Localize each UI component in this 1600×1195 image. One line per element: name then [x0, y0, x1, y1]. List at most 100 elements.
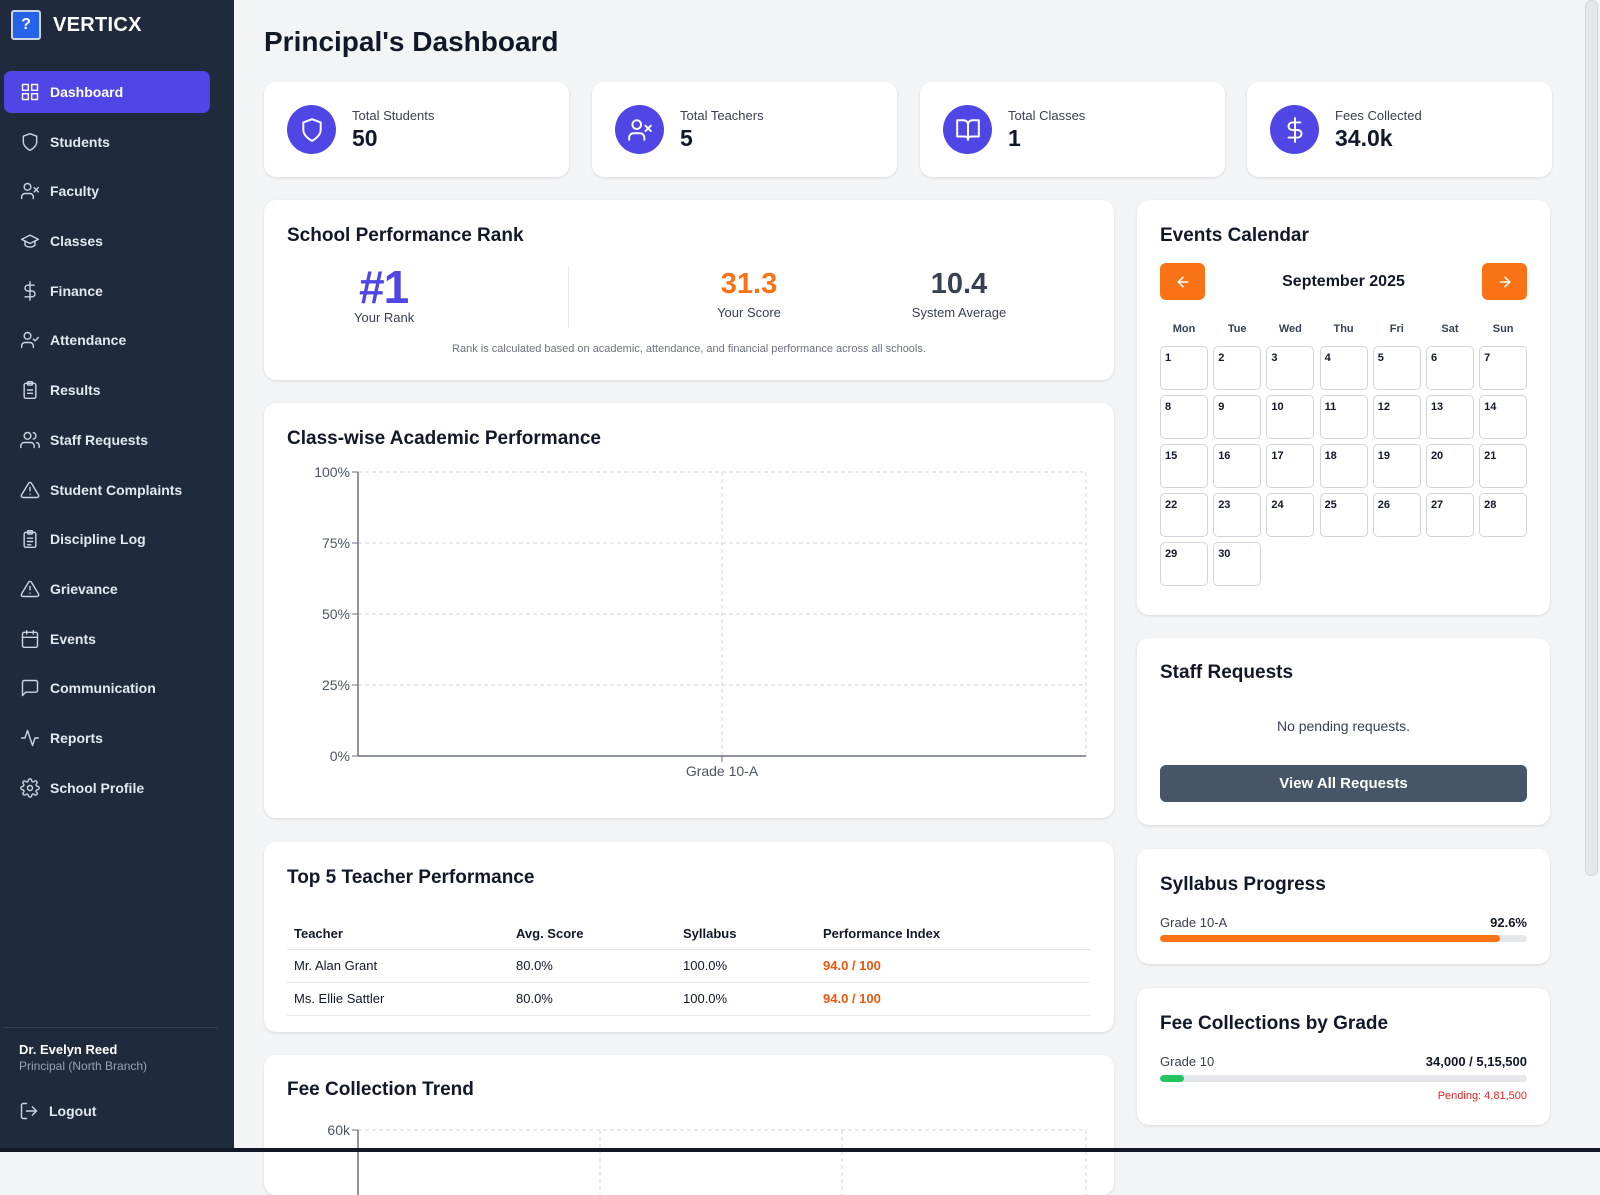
table-row[interactable]: Ms. Ellie Sattler 80.0% 100.0% 94.0 / 100 — [287, 982, 1090, 1016]
sidebar-item-staff-requests[interactable]: Staff Requests — [4, 419, 210, 461]
staff-requests-card: Staff Requests No pending requests. View… — [1137, 638, 1550, 825]
weekday-label: Thu — [1333, 323, 1354, 335]
sidebar-item-events[interactable]: Events — [4, 618, 210, 660]
table-row[interactable]: Mr. Alan Grant 80.0% 100.0% 94.0 / 100 — [287, 949, 1090, 983]
table-body: Mr. Alan Grant 80.0% 100.0% 94.0 / 100 Ms. E… — [287, 949, 1090, 1016]
stat-label: Total Teachers — [680, 107, 764, 123]
sidebar-item-label: Grievance — [50, 580, 118, 597]
sidebar-item-dashboard[interactable]: Dashboard — [4, 71, 210, 113]
brand[interactable]: ? VERTICX — [11, 10, 142, 40]
calendar-day[interactable]: 26 — [1372, 493, 1421, 537]
clipboard-icon — [23, 381, 37, 400]
score-label: Your Score — [717, 305, 781, 320]
calendar-day[interactable]: 24 — [1266, 493, 1315, 537]
calendar-day[interactable]: 6 — [1425, 346, 1474, 390]
scrollbar[interactable] — [1585, 0, 1598, 876]
stat-icon — [287, 105, 336, 154]
stat-card-fees-collected: Fees Collected 34.0k — [1247, 82, 1552, 177]
calendar-day[interactable]: 11 — [1319, 395, 1368, 439]
stat-card-total-classes: Total Classes 1 — [920, 82, 1225, 177]
sidebar-item-faculty[interactable]: Faculty — [4, 170, 210, 212]
sidebar-item-label: School Profile — [50, 779, 145, 796]
average-value: 10.4 — [930, 268, 988, 300]
stat-value: 1 — [1008, 124, 1021, 151]
calendar-day[interactable]: 10 — [1266, 395, 1315, 439]
fee-by-grade-card: Fee Collections by Grade Grade 10 34,000… — [1137, 988, 1550, 1125]
table-cell: 80.0% — [509, 982, 676, 1016]
sidebar-item-student-complaints[interactable]: Student Complaints — [4, 469, 210, 511]
calendar-day[interactable]: 21 — [1479, 444, 1528, 488]
calendar-day[interactable]: 23 — [1213, 493, 1262, 537]
calendar-day[interactable]: 25 — [1319, 493, 1368, 537]
teacher-name: Mr. Alan Grant — [287, 949, 509, 983]
sidebar-item-finance[interactable]: Finance — [4, 270, 210, 312]
calendar-day[interactable]: 16 — [1213, 444, 1262, 488]
average-label: System Average — [911, 305, 1007, 320]
logout-button[interactable]: Logout — [19, 1101, 96, 1121]
calendar-day[interactable]: 20 — [1425, 444, 1474, 488]
calendar-icon — [21, 629, 39, 648]
table-cell: 100.0% — [676, 982, 816, 1016]
alert-triangle-icon — [20, 481, 40, 498]
fee-grade-label: Grade 10 — [1160, 1054, 1215, 1069]
sidebar-item-reports[interactable]: Reports — [4, 717, 210, 759]
divider — [0, 1148, 1600, 1152]
calendar-day[interactable]: 17 — [1266, 444, 1315, 488]
stat-card-total-teachers: Total Teachers 5 — [592, 82, 897, 177]
sidebar-item-students[interactable]: Students — [4, 121, 210, 163]
settings-icon — [20, 777, 40, 798]
events-calendar-card: Events Calendar September 2025 Mon Tue Wed… — [1137, 200, 1550, 615]
sidebar-item-results[interactable]: Results — [4, 369, 210, 411]
calendar-day[interactable]: 8 — [1160, 395, 1208, 439]
syllabus-row: Grade 10-A 92.6% — [1160, 915, 1527, 930]
sidebar-item-label: Communication — [50, 680, 156, 697]
fee-grade-row: Grade 10 34,000 / 5,15,500 — [1160, 1054, 1527, 1069]
fee-trend-chart: 60k — [327, 1122, 1087, 1195]
stat-label: Total Students — [352, 107, 435, 123]
calendar-day[interactable]: 22 — [1160, 493, 1208, 537]
stat-card-total-students: Total Students 50 — [264, 82, 569, 177]
sidebar-item-school-profile[interactable]: School Profile — [4, 767, 210, 809]
graduation-cap-icon — [20, 234, 40, 248]
stat-text: Total Teachers 5 — [680, 108, 764, 152]
view-all-requests-button[interactable]: View All Requests — [1160, 765, 1527, 802]
calendar-day[interactable]: 13 — [1425, 395, 1474, 439]
sidebar-item-label: Classes — [50, 233, 103, 250]
fee-progress-bar — [1160, 1075, 1527, 1082]
calendar-day[interactable]: 9 — [1213, 395, 1262, 439]
calendar-day[interactable]: 27 — [1425, 493, 1474, 537]
calendar-day[interactable]: 2 — [1213, 346, 1262, 390]
calendar-day[interactable]: 1 — [1160, 346, 1208, 390]
shield-icon — [22, 132, 38, 151]
sidebar-item-discipline-log[interactable]: Discipline Log — [4, 518, 210, 560]
sidebar-item-label: Finance — [50, 282, 103, 299]
sidebar-item-classes[interactable]: Classes — [4, 220, 210, 262]
calendar-day[interactable]: 30 — [1213, 542, 1262, 586]
calendar-day[interactable]: 12 — [1372, 395, 1421, 439]
calendar-day[interactable]: 29 — [1160, 542, 1208, 586]
users-icon — [20, 431, 40, 449]
sidebar-item-communication[interactable]: Communication — [4, 667, 210, 709]
brand-name: VERTICX — [53, 13, 142, 36]
user-x-icon — [627, 118, 652, 141]
calendar-day[interactable]: 28 — [1479, 493, 1528, 537]
stat-icon — [943, 105, 992, 154]
next-month-button[interactable] — [1482, 263, 1527, 300]
table-header-row: Teacher Avg. Score Syllabus Performance Ind… — [287, 916, 1090, 950]
calendar-day[interactable]: 18 — [1319, 444, 1368, 488]
calendar-day[interactable]: 3 — [1266, 346, 1315, 390]
sidebar-item-attendance[interactable]: Attendance — [4, 319, 210, 361]
calendar-day[interactable]: 14 — [1479, 395, 1528, 439]
table-cell: 100.0% — [676, 949, 816, 983]
stat-text: Total Students 50 — [352, 108, 434, 152]
calendar-day[interactable]: 4 — [1319, 346, 1368, 390]
teacher-performance-card: Top 5 Teacher Performance Teacher Avg. Sc… — [264, 842, 1114, 1032]
calendar-day[interactable]: 7 — [1479, 346, 1528, 390]
calendar-day[interactable]: 19 — [1372, 444, 1421, 488]
calendar-day[interactable]: 5 — [1372, 346, 1421, 390]
class-performance-card: Class-wise Academic Performance 0% 25% 50%… — [264, 403, 1114, 818]
sidebar-item-label: Student Complaints — [50, 481, 183, 498]
sidebar-item-grievance[interactable]: Grievance — [4, 568, 210, 610]
calendar-title: Events Calendar — [1160, 225, 1309, 246]
calendar-day[interactable]: 15 — [1160, 444, 1208, 488]
